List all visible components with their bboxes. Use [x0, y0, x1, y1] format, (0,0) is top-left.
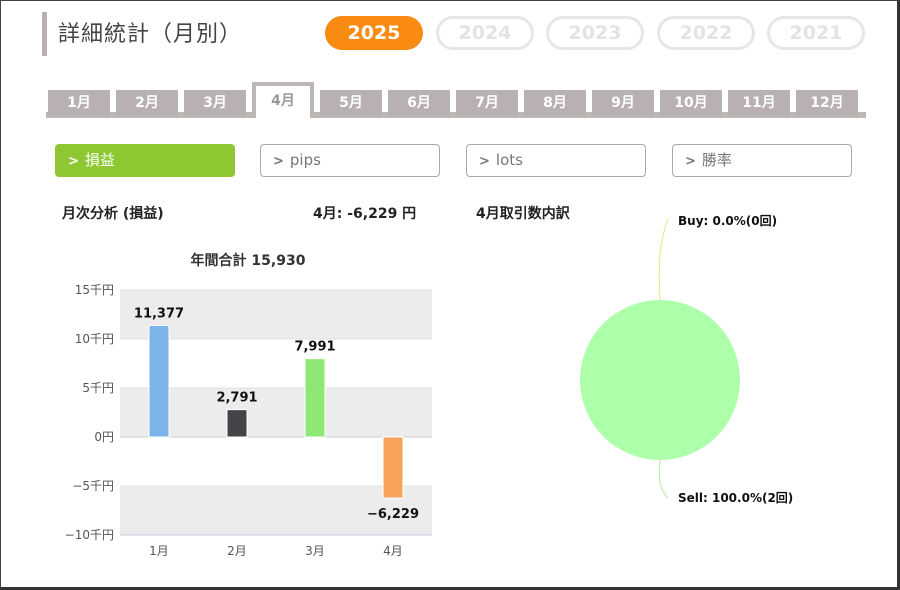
tab-month-12[interactable]: 12月 — [796, 90, 858, 116]
y-tick-label: 0円 — [94, 430, 114, 444]
tab-month-5[interactable]: 5月 — [320, 90, 382, 116]
metric-label: 損益 — [84, 151, 115, 169]
tab-month-9[interactable]: 9月 — [592, 90, 654, 116]
pie-connector — [658, 459, 669, 499]
y-axis-ticks: 15千円 10千円 5千円 0円 −5千円 −10千円 — [65, 283, 114, 542]
bar-value-label: 11,377 — [134, 307, 184, 322]
bar[interactable] — [226, 409, 248, 438]
month-result: 4月: -6,229 円 — [313, 206, 417, 222]
section-title: 月次分析 (損益) — [62, 206, 164, 222]
title-accent-bar — [42, 12, 47, 56]
metric-button-winrate[interactable]: > 勝率 — [672, 144, 852, 177]
tab-month-6[interactable]: 6月 — [388, 90, 450, 116]
chevron-right-icon: > — [68, 154, 79, 169]
tab-month-11[interactable]: 11月 — [728, 90, 790, 116]
chart-title: 年間合計 15,930 — [191, 252, 306, 269]
metric-button-profit[interactable]: > 損益 — [55, 144, 235, 177]
y-tick-label: 5千円 — [82, 381, 114, 395]
year-button-2022[interactable]: 2022 — [657, 16, 755, 50]
chevron-right-icon: > — [479, 154, 490, 169]
tab-month-2[interactable]: 2月 — [116, 90, 178, 116]
tab-month-10[interactable]: 10月 — [660, 90, 722, 116]
year-button-2024[interactable]: 2024 — [436, 16, 534, 50]
metric-label: 勝率 — [701, 151, 732, 169]
breakdown-title: 4月取引数内訳 — [476, 206, 570, 222]
x-tick-label: 4月 — [383, 544, 403, 558]
bar-value-label: 2,791 — [216, 391, 257, 406]
pie-label-sell: Sell: 100.0%(2回) — [678, 491, 793, 505]
pie-label-buy: Buy: 0.0%(0回) — [678, 214, 777, 228]
tab-month-7[interactable]: 7月 — [456, 90, 518, 116]
bar-value-label: −6,229 — [367, 507, 419, 522]
pie-connector — [658, 218, 669, 301]
pie-slice[interactable] — [580, 300, 740, 460]
monthly-bar-chart: 11,377 2,791 7,991 −6,229 15千円 10千円 5千円 0円 −5千円… — [65, 252, 432, 558]
metric-button-lots[interactable]: > lots — [466, 144, 646, 177]
x-tick-label: 2月 — [227, 544, 247, 558]
year-button-2023[interactable]: 2023 — [546, 16, 644, 50]
y-tick-label: −10千円 — [65, 528, 114, 542]
pie-slices — [580, 300, 740, 460]
y-tick-label: −5千円 — [72, 479, 114, 493]
bar[interactable] — [382, 436, 404, 499]
bar[interactable] — [304, 358, 326, 438]
metric-label: pips — [289, 151, 321, 169]
metric-label: lots — [495, 151, 523, 169]
x-tick-label: 1月 — [149, 544, 169, 558]
tab-month-3[interactable]: 3月 — [184, 90, 246, 116]
x-tick-label: 3月 — [305, 544, 325, 558]
y-tick-label: 15千円 — [75, 283, 114, 297]
tab-month-4[interactable]: 4月 — [252, 82, 314, 118]
y-tick-label: 10千円 — [75, 332, 114, 346]
tab-month-8[interactable]: 8月 — [524, 90, 586, 116]
x-axis-ticks: 1月 2月 3月 4月 — [149, 544, 403, 558]
year-button-2021[interactable]: 2021 — [767, 16, 865, 50]
trade-breakdown-pie-chart: Buy: 0.0%(0回) Sell: 100.0%(2回) — [580, 214, 793, 505]
tab-month-1[interactable]: 1月 — [48, 90, 110, 116]
chevron-right-icon: > — [685, 154, 696, 169]
year-button-2025[interactable]: 2025 — [325, 16, 423, 50]
month-tabs: 1月 2月 3月 4月 5月 6月 7月 8月 9月 10月 11月 12月 — [46, 82, 866, 118]
bar-value-label: 7,991 — [294, 340, 335, 355]
page-title: 詳細統計（月別） — [58, 22, 243, 47]
chevron-right-icon: > — [273, 154, 284, 169]
metric-button-pips[interactable]: > pips — [260, 144, 440, 177]
bar[interactable] — [148, 325, 170, 438]
